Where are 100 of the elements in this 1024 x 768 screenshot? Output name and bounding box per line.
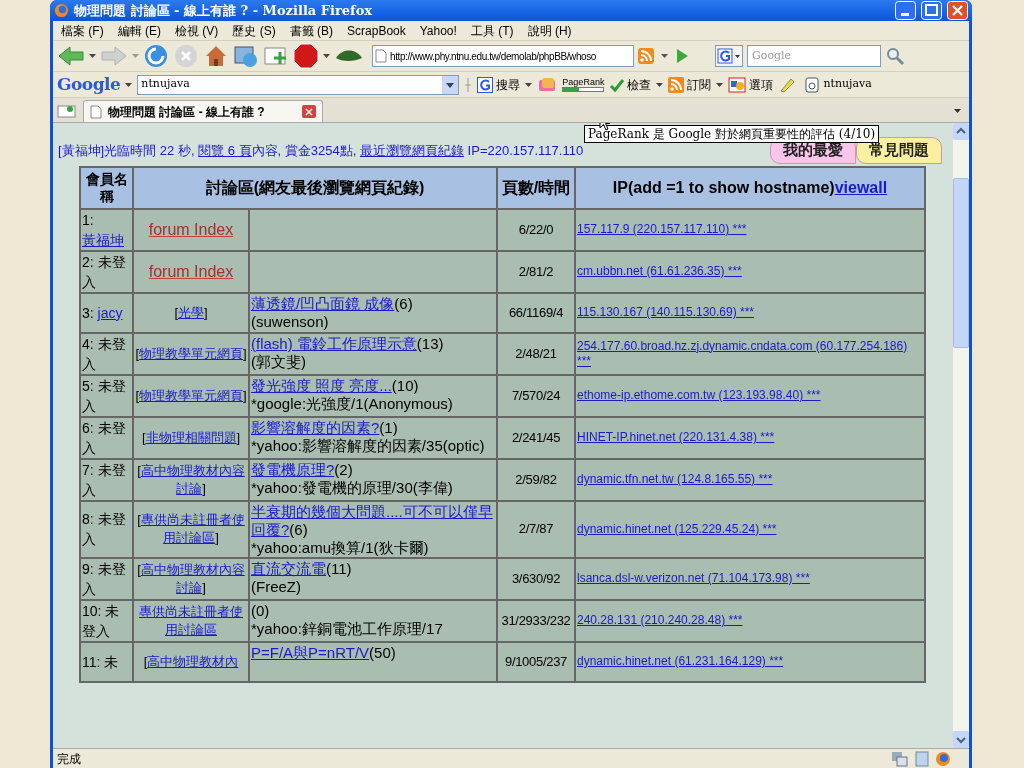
table-cell: 66/1169/4 <box>497 292 575 333</box>
go-arrow-icon[interactable] <box>675 48 689 64</box>
dropdown-caret-icon[interactable] <box>716 82 724 87</box>
member-entry: 4: 未登入 <box>82 335 126 372</box>
table-cell: 2/59/82 <box>497 458 575 501</box>
search-icon[interactable] <box>885 46 905 66</box>
menu-item[interactable]: 歷史 (S) <box>232 21 276 40</box>
google-logo[interactable]: Google <box>57 71 121 98</box>
dropdown-caret-icon[interactable] <box>661 54 668 58</box>
window-title: 物理問題 討論區 - 線上有誰 ? - Mozilla Firefox <box>74 1 373 20</box>
dropdown-caret-icon[interactable] <box>125 82 133 87</box>
page-icon <box>90 104 102 119</box>
firefox-logo-icon <box>54 3 69 18</box>
leaf-icon[interactable] <box>334 48 364 64</box>
table-cell: 3/630/92 <box>497 557 575 600</box>
highlighter-icon[interactable] <box>778 76 797 93</box>
close-button[interactable] <box>947 1 968 20</box>
menu-item[interactable]: 檔案 (F) <box>61 21 104 40</box>
search-engine-button[interactable] <box>715 45 743 67</box>
firefox-logo-icon[interactable] <box>935 750 951 767</box>
member-entry: 10: 未登入 <box>82 602 120 639</box>
column-header: 頁數/時間 <box>497 166 575 209</box>
new-tab-icon[interactable] <box>57 103 77 119</box>
reload-icon[interactable] <box>143 43 169 69</box>
table-cell: 7/570/24 <box>497 374 575 417</box>
maximize-button[interactable] <box>921 1 942 20</box>
menu-item[interactable]: ScrapBook <box>347 21 406 40</box>
topic-link[interactable]: 影響溶解度的因素?(1) <box>251 418 495 437</box>
spell-check-button[interactable]: 檢查 <box>609 75 652 94</box>
viewall-link[interactable]: viewall <box>834 178 888 196</box>
picture-globe-icon[interactable] <box>233 43 259 69</box>
member-link[interactable]: jacy <box>97 304 123 321</box>
topic-link[interactable]: 直流交流電(11) <box>251 559 495 578</box>
dropdown-caret-icon[interactable] <box>656 82 664 87</box>
topic-note: *yahoo:影響溶解度的因素/35(optic) <box>251 436 486 455</box>
google-g-icon <box>477 76 494 93</box>
column-header: IP(add =1 to show hostname)viewall <box>612 178 888 196</box>
status-text: 完成 <box>57 750 81 768</box>
check-mark-icon <box>609 76 626 93</box>
table-cell: 31/2933/232 <box>497 599 575 642</box>
topic-note: *yahoo:鋅銅電池工作原理/17 <box>251 619 444 638</box>
member-entry: 11: 未 <box>82 653 119 670</box>
tooltip: PageRank 是 Google 對於網頁重要性的評估 (4/10) <box>584 125 880 143</box>
google-search-button[interactable]: 搜尋 <box>477 75 521 94</box>
minimize-button[interactable] <box>895 1 916 20</box>
topic-link[interactable]: 薄透鏡/凹凸面鏡 成像(6) <box>251 294 495 313</box>
rss-feed-icon <box>668 76 685 93</box>
google-search-field[interactable]: ntnujava <box>137 74 460 95</box>
scrollbar-thumb[interactable] <box>953 178 969 348</box>
tab-list-caret-icon[interactable] <box>954 109 961 113</box>
table-cell: 2/81/2 <box>497 250 575 293</box>
tab-title: 物理問題 討論區 - 線上有誰 ? <box>108 103 266 121</box>
topic-link[interactable]: 發光強度 照度 亮度...(10) <box>251 376 495 395</box>
profile-card-icon <box>805 76 820 93</box>
browser-tab[interactable]: 物理問題 討論區 - 線上有誰 ? <box>83 100 323 122</box>
stop-sign-icon[interactable] <box>293 43 319 69</box>
topic-note: (郭文斐) <box>251 352 307 371</box>
rss-feed-icon[interactable] <box>638 48 654 64</box>
table-cell: 2/241/45 <box>497 416 575 459</box>
member-link[interactable]: 黃福坤 <box>82 231 124 248</box>
menu-item[interactable]: 書籤 (B) <box>289 21 334 40</box>
menu-item[interactable]: 工具 (T) <box>470 21 514 40</box>
address-bar[interactable]: http://www.phy.ntnu.edu.tw/demolab/phpBB/whoso <box>372 45 634 67</box>
member-entry: 8: 未登入 <box>82 511 126 547</box>
member-entry: 1: 黃福坤 <box>82 211 124 248</box>
menu-item[interactable]: 說明 (H) <box>527 21 572 40</box>
menu-item[interactable]: 檢視 (V) <box>175 21 219 40</box>
table-cell: 2/48/21 <box>497 332 575 375</box>
column-header: 會員名稱 <box>80 166 133 209</box>
dropdown-caret-icon[interactable] <box>442 75 459 94</box>
info-link[interactable]: 閱覽 6 頁 <box>198 143 252 158</box>
dropdown-caret-icon[interactable] <box>525 82 533 87</box>
info-link[interactable]: 最近瀏覽網頁紀錄 <box>360 143 464 158</box>
topic-count: (0) <box>251 601 271 620</box>
window-stack-icon[interactable] <box>891 750 909 767</box>
category-link[interactable]: [光學] <box>174 304 208 322</box>
member-entry: 7: 未登入 <box>82 461 126 498</box>
account-button[interactable]: ntnujava <box>805 76 872 93</box>
topic-link[interactable]: (flash) 電鈴工作原理示意(13) <box>251 334 495 353</box>
options-icon <box>728 76 747 93</box>
topic-note: *yahoo:發電機的原理/30(李偉) <box>251 478 454 497</box>
menu-item[interactable]: 編輯 (E) <box>117 21 161 40</box>
table-cell: 6/22/0 <box>497 208 575 251</box>
topic-link[interactable]: 發電機原理?(2) <box>251 460 495 479</box>
vertical-scrollbar[interactable] <box>952 123 969 748</box>
subscribe-button[interactable]: 訂閱 <box>668 75 712 94</box>
options-button[interactable]: 選項 <box>728 75 774 94</box>
menu-item[interactable]: Yahoo! <box>419 21 457 40</box>
member-entry: 2: 未登入 <box>82 253 126 290</box>
dropdown-caret-icon[interactable] <box>323 54 330 58</box>
pagerank-indicator[interactable]: PageRank <box>562 77 605 92</box>
tab-close-icon[interactable] <box>302 105 316 118</box>
table-cell: 2/7/87 <box>497 500 575 558</box>
member-entry: 3: jacy <box>82 304 123 321</box>
table-cell: 9/1005/237 <box>497 641 575 682</box>
column-header: 討論區(網友最後瀏覽網頁紀錄) <box>133 166 497 209</box>
visit-info-text: [黃福坤]光臨時間 22 秒, 閱覽 6 頁內容, 賞金3254點, 最近瀏覽網頁紀錄 IP=220.157.117.110 <box>58 142 584 160</box>
dropdown-caret-icon[interactable] <box>89 54 96 58</box>
member-entry: 6: 未登入 <box>82 419 126 456</box>
topic-link[interactable]: 半衰期的幾個大問題....可不可以僅早回覆?(6) <box>251 502 495 539</box>
